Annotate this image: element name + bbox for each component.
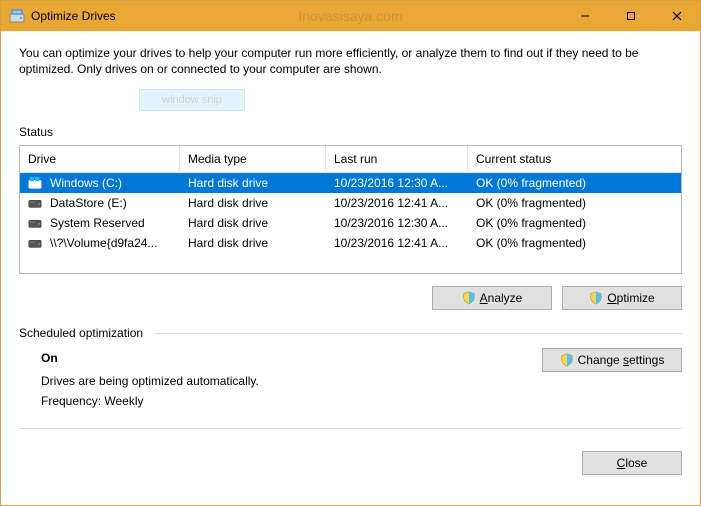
table-row[interactable]: Windows (C:) Hard disk drive10/23/2016 12… bbox=[20, 173, 681, 193]
drive-icon bbox=[28, 176, 44, 190]
scheduled-state: On bbox=[41, 348, 259, 368]
status-section-label: Status bbox=[19, 125, 682, 139]
drive-last-run: 10/23/2016 12:30 A... bbox=[326, 174, 468, 192]
window-title: Optimize Drives bbox=[31, 9, 116, 23]
table-row[interactable]: System Reserved Hard disk drive10/23/2016… bbox=[20, 213, 681, 233]
shield-icon bbox=[589, 291, 603, 305]
optimize-button[interactable]: Optimize bbox=[562, 286, 682, 310]
watermark-text: Inovasisaya.com bbox=[298, 8, 402, 24]
drive-name: Windows (C:) bbox=[50, 176, 122, 190]
shield-icon bbox=[462, 291, 476, 305]
drive-table-body: Windows (C:)Hard disk drive10/23/2016 12… bbox=[20, 173, 681, 273]
drive-last-run: 10/23/2016 12:41 A... bbox=[326, 194, 468, 212]
drive-media: Hard disk drive bbox=[180, 234, 326, 252]
column-status[interactable]: Current status bbox=[468, 146, 681, 172]
scheduled-info: On Drives are being optimized automatica… bbox=[19, 348, 259, 411]
drive-status: OK (0% fragmented) bbox=[468, 194, 681, 212]
table-row[interactable]: \\?\Volume{d9fa24... Hard disk drive10/23… bbox=[20, 233, 681, 253]
drive-status: OK (0% fragmented) bbox=[468, 214, 681, 232]
drive-name: System Reserved bbox=[50, 216, 145, 230]
close-label: Close bbox=[617, 456, 648, 470]
column-media[interactable]: Media type bbox=[180, 146, 326, 172]
analyze-button[interactable]: Analyze bbox=[432, 286, 552, 310]
table-row[interactable]: DataStore (E:) Hard disk drive10/23/2016 … bbox=[20, 193, 681, 213]
intro-text: You can optimize your drives to help you… bbox=[19, 45, 682, 77]
drive-last-run: 10/23/2016 12:41 A... bbox=[326, 234, 468, 252]
drive-table-header: Drive Media type Last run Current status bbox=[20, 146, 681, 173]
drive-media: Hard disk drive bbox=[180, 214, 326, 232]
optimize-label: Optimize bbox=[607, 291, 654, 305]
app-icon bbox=[9, 8, 25, 24]
drive-icon bbox=[28, 216, 44, 230]
drive-table: Drive Media type Last run Current status… bbox=[19, 145, 682, 274]
shield-icon bbox=[560, 353, 574, 367]
minimize-button[interactable] bbox=[562, 1, 608, 31]
drive-status: OK (0% fragmented) bbox=[468, 234, 681, 252]
drive-media: Hard disk drive bbox=[180, 194, 326, 212]
scheduled-frequency: Frequency: Weekly bbox=[41, 391, 259, 411]
drive-icon bbox=[28, 196, 44, 210]
column-last-run[interactable]: Last run bbox=[326, 146, 468, 172]
analyze-label: Analyze bbox=[480, 291, 523, 305]
divider bbox=[155, 333, 682, 334]
scheduled-section-label: Scheduled optimization bbox=[19, 326, 143, 340]
drive-name: DataStore (E:) bbox=[50, 196, 127, 210]
column-drive[interactable]: Drive bbox=[20, 146, 180, 172]
drive-last-run: 10/23/2016 12:30 A... bbox=[326, 214, 468, 232]
maximize-button[interactable] bbox=[608, 1, 654, 31]
drive-media: Hard disk drive bbox=[180, 174, 326, 192]
drive-name: \\?\Volume{d9fa24... bbox=[50, 236, 157, 250]
change-settings-label: Change settings bbox=[578, 353, 665, 367]
change-settings-button[interactable]: Change settings bbox=[542, 348, 682, 372]
scheduled-desc: Drives are being optimized automatically… bbox=[41, 371, 259, 391]
ghost-button-label: window snip bbox=[139, 89, 245, 111]
window-controls bbox=[562, 1, 700, 31]
drive-icon bbox=[28, 236, 44, 250]
close-dialog-button[interactable]: Close bbox=[582, 451, 682, 475]
close-button[interactable] bbox=[654, 1, 700, 31]
titlebar: Optimize Drives Inovasisaya.com bbox=[1, 1, 700, 31]
drive-status: OK (0% fragmented) bbox=[468, 174, 681, 192]
ghost-overlay: window snip bbox=[19, 89, 682, 111]
divider bbox=[19, 428, 682, 429]
